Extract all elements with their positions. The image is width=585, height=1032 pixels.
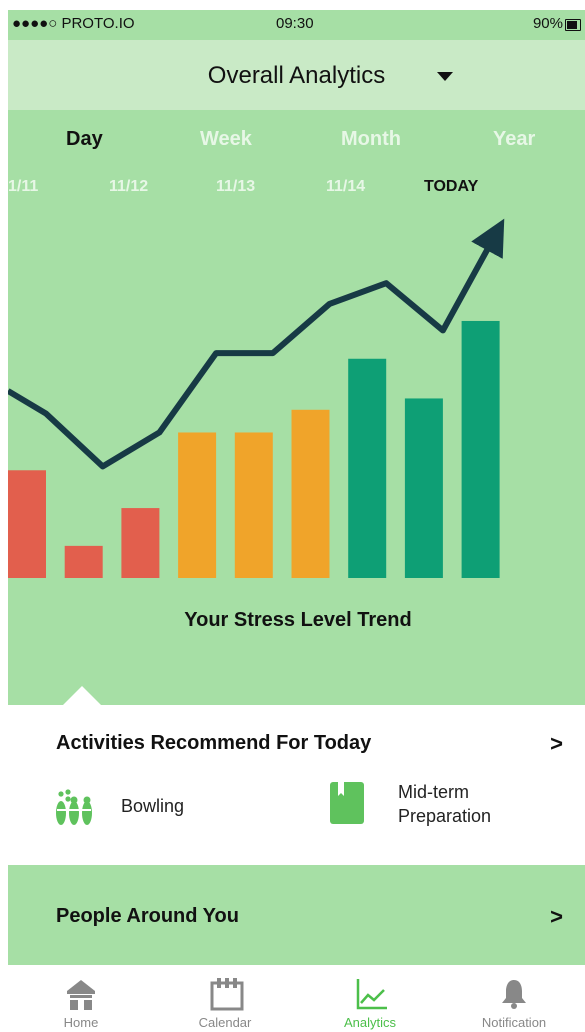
activity-bowling[interactable]: Bowling (121, 794, 184, 818)
analytics-icon (356, 979, 387, 1010)
chart-bar (234, 432, 273, 578)
stress-chart (8, 218, 505, 578)
chart-bar (121, 508, 160, 578)
analytics-selector[interactable]: Overall Analytics (8, 40, 585, 110)
date-label[interactable]: 11/14 (326, 178, 365, 196)
tab-label: Calendar (198, 1015, 252, 1030)
chart-bar (64, 545, 103, 578)
caret-down-icon[interactable] (437, 72, 453, 81)
chart-bar (8, 470, 46, 578)
people-title[interactable]: People Around You (56, 905, 239, 928)
chevron-right-icon[interactable]: > (550, 904, 563, 930)
book-icon (330, 782, 364, 824)
chart-bar (404, 398, 443, 578)
activity-midterm[interactable]: Mid-term Preparation (398, 780, 491, 828)
tab-label: Home (63, 1015, 99, 1030)
calendar-icon (210, 978, 244, 1011)
tab-year[interactable]: Year (493, 128, 535, 151)
tab-label: Analytics (343, 1015, 397, 1030)
battery-icon (565, 19, 581, 31)
date-label[interactable]: 11/13 (216, 178, 255, 196)
activities-title[interactable]: Activities Recommend For Today (56, 732, 371, 755)
chart-bar (348, 358, 387, 578)
bowling-icon (56, 789, 92, 825)
home-icon (67, 980, 95, 1010)
tab-day[interactable]: Day (66, 128, 103, 151)
battery-percent: 90% (532, 15, 563, 32)
tab-bar: Home Calendar Analytics Notification (8, 965, 585, 1032)
date-label[interactable]: 11/12 (109, 178, 148, 196)
tab-month[interactable]: Month (341, 128, 401, 151)
status-bar: ●●●●○ PROTO.IO 09:30 90% (8, 10, 585, 40)
selection-notch (63, 686, 101, 705)
carrier-label: ●●●●○ PROTO.IO (12, 15, 135, 32)
date-label-today[interactable]: TODAY (424, 178, 478, 196)
page-title[interactable]: Overall Analytics (8, 62, 585, 90)
chart-bar (461, 320, 500, 578)
chart-bar (291, 409, 330, 578)
tab-label: Notification (481, 1015, 547, 1030)
chevron-right-icon[interactable]: > (550, 731, 563, 757)
date-label[interactable]: 1/11 (8, 178, 38, 196)
chart-title: Your Stress Level Trend (184, 609, 412, 631)
phone-screen: ●●●●○ PROTO.IO 09:30 90% Overall Analyti… (8, 10, 585, 1032)
clock: 09:30 (276, 15, 314, 32)
tab-week[interactable]: Week (200, 128, 252, 151)
bell-icon (502, 980, 526, 1009)
chart-bar (178, 432, 217, 578)
